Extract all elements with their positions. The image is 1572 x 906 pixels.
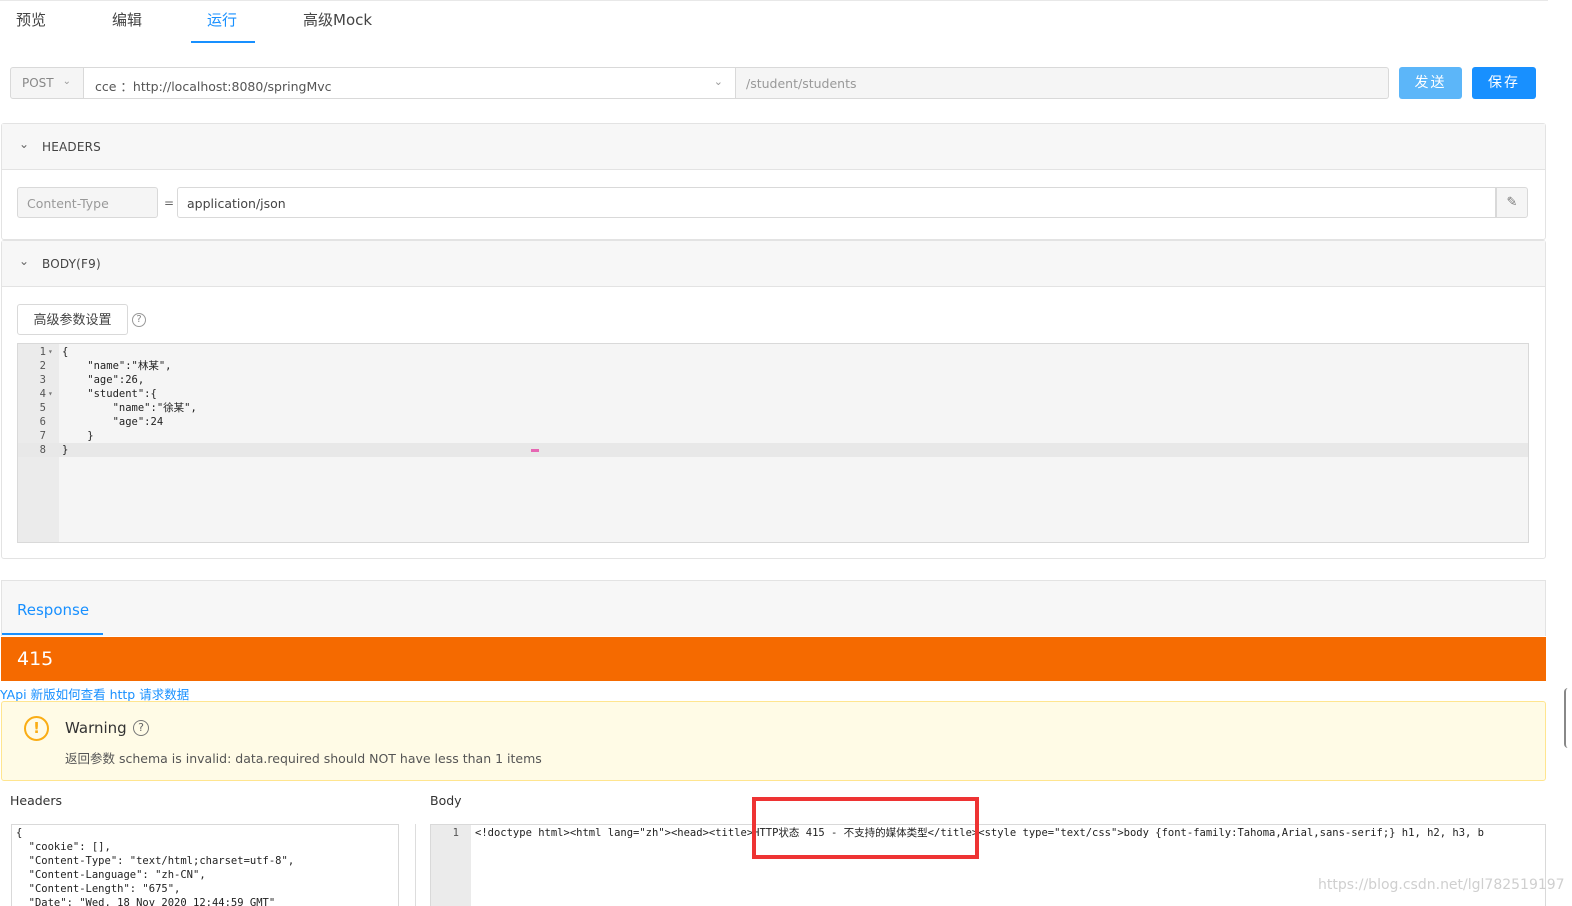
scrollbar[interactable] <box>1564 688 1572 748</box>
code-line: 2 "name":"林某", <box>39 360 172 372</box>
code-line: 3 "age":26, <box>39 374 145 386</box>
response-body-viewer[interactable]: 1 <!doctype html><html lang="zh"><head><… <box>430 824 1546 906</box>
warning-alert <box>1 701 1546 781</box>
response-headers-viewer[interactable]: { "cookie": [], "Content-Type": "text/ht… <box>11 824 399 906</box>
header-line: { <box>16 827 23 839</box>
response-headers-title: Headers <box>10 793 63 808</box>
watermark: https://blog.csdn.net/lgl782519197 <box>1318 877 1565 893</box>
send-button[interactable]: 发送 <box>1399 67 1462 99</box>
warning-description: 返回参数 schema is invalid: data.required sh… <box>65 751 542 766</box>
chevron-down-icon: ⌄ <box>713 75 723 88</box>
status-code-bar: 415 <box>1 637 1546 681</box>
headers-panel: ⌄ HEADERS <box>1 123 1546 240</box>
headers-panel-header[interactable]: ⌄ HEADERS <box>2 124 1545 170</box>
advanced-settings-button[interactable]: 高级参数设置 <box>17 304 128 335</box>
active-tab-indicator <box>2 633 103 635</box>
highlight-annotation <box>752 797 979 859</box>
header-key-input[interactable]: Content-Type <box>17 187 158 218</box>
header-line: "Date": "Wed, 18 Nov 2020 12:44:59 GMT" <box>16 897 276 906</box>
domain-value: cce ：http://localhost:8080/springMvc <box>95 79 332 94</box>
body-code-editor[interactable]: 1 ▾ { 2 "name":"林某", 3 "age":26, 4 ▾ "stud… <box>17 343 1529 543</box>
code-line: 7 } <box>39 430 94 442</box>
fold-icon: ▾ <box>48 347 53 356</box>
chevron-down-icon: ⌄ <box>62 76 71 87</box>
code-line: 1 ▾ { <box>39 346 69 358</box>
exclamation-icon: ! <box>24 716 49 741</box>
chevron-down-icon: ⌄ <box>19 137 30 151</box>
code-line: 4 ▾ "student":{ <box>39 388 157 400</box>
tab-advanced-mock[interactable]: 高级Mock <box>303 9 372 30</box>
save-button[interactable]: 保存 <box>1472 67 1536 99</box>
method-value: POST <box>22 76 54 90</box>
fold-icon: ▾ <box>48 389 53 398</box>
help-icon[interactable]: ? <box>132 313 146 327</box>
body-title: BODY(F9) <box>42 257 101 271</box>
help-icon[interactable]: ? <box>133 720 149 736</box>
method-select[interactable]: POST ⌄ <box>10 67 84 99</box>
header-line: "cookie": [], <box>16 841 111 853</box>
tab-response[interactable]: Response <box>17 601 89 619</box>
line-number: 1 <box>452 827 459 839</box>
response-body-title: Body <box>430 793 462 808</box>
code-line: 5 "name":"徐某", <box>39 402 197 414</box>
path-input[interactable]: /student/students <box>736 67 1389 99</box>
code-line: 6 "age":24 <box>39 416 164 428</box>
column-divider[interactable] <box>415 824 416 906</box>
warning-title: Warning <box>65 719 127 737</box>
tab-edit[interactable]: 编辑 <box>112 9 142 30</box>
top-tab-bar: 预览 编辑 运行 高级Mock <box>0 0 1548 44</box>
headers-title: HEADERS <box>42 140 101 154</box>
header-line: "Content-Length": "675", <box>16 883 181 895</box>
edit-icon[interactable]: ✎ <box>1496 187 1528 218</box>
header-line: "Content-Type": "text/html;charset=utf-8… <box>16 855 295 867</box>
header-equals: = <box>164 196 175 210</box>
header-value-input[interactable]: application/json <box>177 187 1496 218</box>
tab-run[interactable]: 运行 <box>207 9 237 30</box>
header-line: "Content-Language": "zh-CN", <box>16 869 206 881</box>
text-cursor <box>531 449 539 452</box>
chevron-down-icon: ⌄ <box>19 254 30 268</box>
response-tab-bar <box>1 580 1546 636</box>
active-tab-indicator <box>191 41 255 43</box>
body-code-line: <!doctype html><html lang="zh"><head><ti… <box>475 827 1484 839</box>
tab-preview[interactable]: 预览 <box>16 9 46 30</box>
body-panel-header[interactable]: ⌄ BODY(F9) <box>2 241 1545 287</box>
code-line: 8} <box>18 443 1528 457</box>
domain-select[interactable]: cce ：http://localhost:8080/springMvc ⌄ <box>84 67 736 99</box>
